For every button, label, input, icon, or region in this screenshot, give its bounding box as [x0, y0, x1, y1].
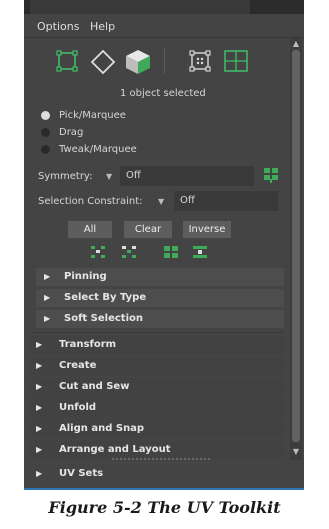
- selection-constraint-value: Off: [180, 195, 195, 206]
- menu-options[interactable]: Options: [37, 20, 79, 33]
- select-square-icon[interactable]: [56, 50, 78, 72]
- menu-bar: Options Help: [24, 14, 304, 38]
- symmetry-dropdown[interactable]: Off: [120, 166, 254, 186]
- section-pinning[interactable]: ▶ Pinning: [36, 268, 284, 286]
- select-dotted-square-icon[interactable]: [189, 50, 211, 72]
- select-shell-icon[interactable]: [163, 245, 179, 259]
- rollout-align-and-snap[interactable]: ▶ Align and Snap: [30, 420, 284, 438]
- figure-caption: Figure 5-2 The UV Toolkit: [48, 498, 281, 517]
- radio-label-pick-marquee: Pick/Marquee: [59, 110, 126, 121]
- rollout-unfold[interactable]: ▶ Unfold: [30, 399, 284, 417]
- rollout-title: Create: [59, 360, 97, 371]
- rollout-title: Unfold: [59, 402, 97, 413]
- expand-arrow-icon: ▶: [36, 361, 43, 370]
- radio-drag[interactable]: [41, 128, 50, 137]
- symmetry-dropdown-caret-icon[interactable]: ▼: [106, 172, 112, 181]
- rollout-title: UV Sets: [59, 468, 104, 479]
- radio-label-drag: Drag: [59, 127, 84, 138]
- select-cube-icon[interactable]: [124, 48, 152, 76]
- menu-help[interactable]: Help: [90, 20, 115, 33]
- symmetry-settings-icon[interactable]: [262, 166, 280, 184]
- expand-arrow-icon: ▶: [44, 293, 51, 302]
- scroll-thumb[interactable]: [292, 50, 300, 442]
- inverse-button[interactable]: Inverse: [183, 221, 231, 238]
- select-border-icon[interactable]: [192, 245, 208, 259]
- symmetry-value: Off: [126, 170, 141, 181]
- clear-button[interactable]: Clear: [124, 221, 172, 238]
- resize-grip[interactable]: [112, 458, 212, 460]
- title-strip: [24, 0, 304, 14]
- grow-selection-icon[interactable]: [90, 245, 106, 259]
- rollout-title: Arrange and Layout: [59, 444, 171, 455]
- expand-arrow-icon: ▶: [36, 424, 43, 433]
- expand-arrow-icon: ▶: [36, 382, 43, 391]
- shrink-selection-icon[interactable]: [121, 245, 137, 259]
- vertical-scrollbar[interactable]: ▲ ▼: [290, 38, 302, 460]
- panel-tab[interactable]: [30, 0, 250, 14]
- rollout-arrange-and-layout[interactable]: ▶ Arrange and Layout: [30, 441, 284, 459]
- symmetry-label: Symmetry:: [38, 171, 93, 182]
- rollout-title: Cut and Sew: [59, 381, 130, 392]
- radio-pick-marquee[interactable]: [41, 111, 50, 120]
- scroll-down-arrow-icon[interactable]: ▼: [292, 448, 300, 456]
- section-title: Select By Type: [64, 292, 147, 303]
- uv-toolkit-panel: Options Help 1 object selected Pick/Marq…: [24, 0, 304, 488]
- rollout-cut-and-sew[interactable]: ▶ Cut and Sew: [30, 378, 284, 396]
- rollout-uv-sets[interactable]: ▶ UV Sets: [30, 465, 298, 483]
- expand-arrow-icon: ▶: [44, 314, 51, 323]
- toolbar-separator: [164, 48, 165, 74]
- expand-arrow-icon: ▶: [44, 272, 51, 281]
- rollout-create[interactable]: ▶ Create: [30, 357, 284, 375]
- rollout-title: Transform: [59, 339, 117, 350]
- selection-constraint-dropdown[interactable]: Off: [174, 191, 278, 211]
- rollout-divider: [30, 332, 284, 333]
- radio-tweak-marquee[interactable]: [41, 145, 50, 154]
- rollout-transform[interactable]: ▶ Transform: [30, 336, 284, 354]
- selection-constraint-label: Selection Constraint:: [38, 196, 143, 207]
- expand-arrow-icon: ▶: [36, 445, 43, 454]
- figure-rule: [24, 488, 304, 490]
- section-title: Pinning: [64, 271, 107, 282]
- constraint-dropdown-caret-icon[interactable]: ▼: [158, 197, 164, 206]
- expand-arrow-icon: ▶: [36, 403, 43, 412]
- menu-divider: [24, 37, 304, 38]
- rollout-title: Align and Snap: [59, 423, 145, 434]
- section-soft-selection[interactable]: ▶ Soft Selection: [36, 310, 284, 328]
- select-diamond-icon[interactable]: [90, 49, 116, 75]
- selection-status: 1 object selected: [120, 88, 206, 99]
- section-title: Soft Selection: [64, 313, 144, 324]
- radio-label-tweak-marquee: Tweak/Marquee: [59, 144, 137, 155]
- select-all-button[interactable]: All: [68, 221, 112, 238]
- expand-arrow-icon: ▶: [36, 469, 43, 478]
- section-select-by-type[interactable]: ▶ Select By Type: [36, 289, 284, 307]
- select-grid-icon[interactable]: [223, 49, 249, 73]
- scroll-up-arrow-icon[interactable]: ▲: [292, 40, 300, 48]
- expand-arrow-icon: ▶: [36, 340, 43, 349]
